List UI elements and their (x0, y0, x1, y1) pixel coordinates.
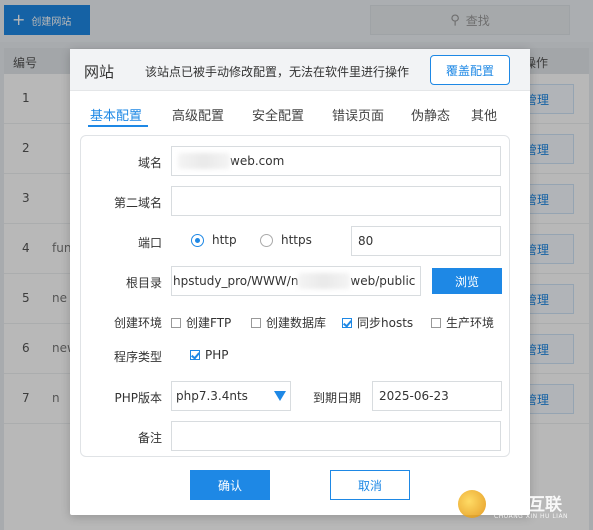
create-db-label: 创建数据库 (266, 316, 327, 330)
checkbox-checked-icon (190, 350, 200, 360)
checkbox-unchecked-icon (171, 317, 181, 328)
confirm-button[interactable]: 确认 (190, 470, 270, 500)
browse-button[interactable]: 浏览 (432, 268, 502, 294)
protocol-http-radio[interactable]: http (191, 233, 237, 247)
php-checkbox-label: PHP (205, 348, 229, 362)
second-domain-label: 第二域名 (113, 196, 162, 210)
sync-hosts-checkbox[interactable]: 同步hosts (342, 314, 413, 331)
watermark-logo-icon (458, 490, 486, 518)
override-config-button[interactable]: 覆盖配置 (430, 55, 510, 85)
protocol-https-label: https (281, 233, 312, 247)
second-domain-input[interactable] (171, 186, 501, 216)
tab-other[interactable]: 其他 (471, 105, 497, 124)
dialog-title: 网站 (84, 63, 115, 81)
create-ftp-label: 创建FTP (186, 316, 232, 330)
production-env-checkbox[interactable]: 生产环境 (431, 314, 494, 331)
root-dir-label: 根目录 (125, 276, 162, 290)
dialog-header: 网站 该站点已被手动修改配置，无法在软件里进行操作 覆盖配置 (70, 49, 530, 91)
note-input[interactable] (171, 421, 501, 451)
cancel-button[interactable]: 取消 (330, 470, 410, 500)
php-version-label: PHP版本 (114, 391, 163, 405)
checkbox-checked-icon (342, 317, 352, 328)
redacted-mask (178, 153, 230, 169)
port-input[interactable]: 80 (351, 226, 501, 256)
basic-config-form: 域名 web.com 第二域名 端口 http https 80 根目录 hps… (80, 135, 510, 457)
radio-selected-icon (191, 233, 204, 247)
watermark-text: 创新互联 (494, 495, 562, 515)
production-env-label: 生产环境 (446, 316, 495, 330)
create-ftp-checkbox[interactable]: 创建FTP (171, 314, 231, 331)
protocol-http-label: http (212, 233, 237, 247)
dialog-notice: 该站点已被手动修改配置，无法在软件里进行操作 (145, 65, 410, 79)
root-dir-prefix: hpstudy_pro/WWW/n (173, 274, 299, 288)
sync-hosts-label: 同步hosts (357, 316, 414, 330)
site-config-dialog: 网站 该站点已被手动修改配置，无法在软件里进行操作 覆盖配置 基本配置 高级配置… (70, 49, 530, 515)
php-version-value: php7.3.4nts (176, 389, 248, 403)
protocol-https-radio[interactable]: https (260, 233, 312, 247)
tab-rewrite[interactable]: 伪静态 (411, 105, 450, 124)
root-dir-suffix: web/public (350, 274, 416, 288)
radio-unselected-icon (260, 233, 273, 247)
port-label: 端口 (137, 236, 162, 250)
watermark: 创新互联 CHUANG XIN HU LIAN (458, 486, 588, 526)
expire-date-input[interactable]: 2025-06-23 (372, 381, 502, 411)
domain-input[interactable]: web.com (171, 146, 501, 176)
domain-value: web.com (230, 154, 285, 168)
root-dir-input[interactable]: hpstudy_pro/WWW/n web/public (171, 266, 421, 296)
tab-basic[interactable]: 基本配置 (90, 105, 142, 124)
program-type-label: 程序类型 (113, 350, 162, 364)
expire-date-label: 到期日期 (312, 391, 361, 405)
note-label: 备注 (137, 431, 162, 445)
redacted-mask (298, 273, 351, 289)
domain-label: 域名 (137, 156, 162, 170)
active-tab-indicator (88, 125, 148, 127)
watermark-subtext: CHUANG XIN HU LIAN (494, 513, 569, 520)
tab-security[interactable]: 安全配置 (252, 105, 304, 124)
tab-advanced[interactable]: 高级配置 (172, 105, 224, 124)
env-label: 创建环境 (113, 316, 162, 330)
checkbox-unchecked-icon (431, 317, 441, 328)
php-checkbox[interactable]: PHP (190, 348, 229, 362)
config-tabs: 基本配置 高级配置 安全配置 错误页面 伪静态 其他 (82, 105, 518, 127)
dropdown-caret-icon (274, 391, 286, 401)
tab-error-pages[interactable]: 错误页面 (332, 105, 384, 124)
checkbox-unchecked-icon (251, 317, 261, 328)
create-db-checkbox[interactable]: 创建数据库 (251, 314, 326, 331)
php-version-select[interactable]: php7.3.4nts (171, 381, 291, 411)
